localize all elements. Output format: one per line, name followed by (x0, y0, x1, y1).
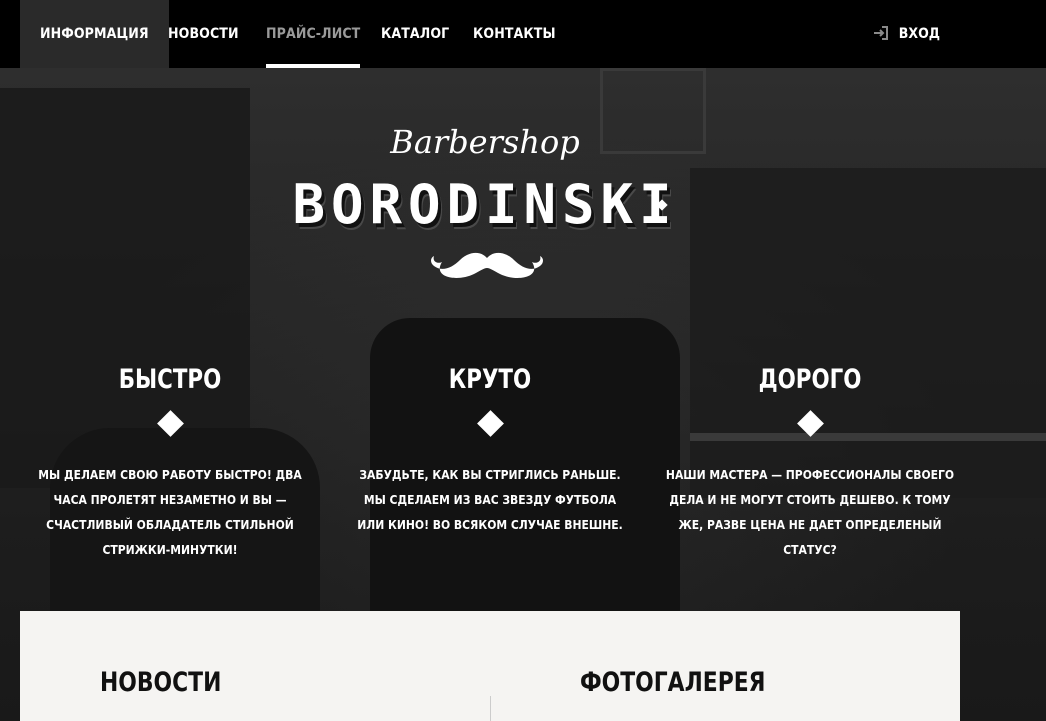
mustache-icon (428, 248, 546, 284)
feature-expensive-diamond-icon (796, 410, 824, 437)
feature-fast: БЫСТРО МЫ ДЕЛАЕМ СВОЮ РАБОТУ БЫСТРО! ДВА… (20, 364, 320, 563)
nav-item-pricelist[interactable]: ПРАЙС-ЛИСТ (266, 0, 361, 68)
sign-in-icon (873, 3, 889, 40)
main-nav: ИНФОРМАЦИЯ НОВОСТИ ПРАЙС-ЛИСТ КАТАЛОГ КО… (0, 0, 1046, 68)
login-label: ВХОД (898, 26, 940, 42)
feature-expensive: ДОРОГО НАШИ МАСТЕРА — ПРОФЕССИОНАЛЫ СВОЕ… (660, 364, 960, 563)
feature-cool-title: КРУТО (448, 364, 532, 395)
feature-fast-text: МЫ ДЕЛАЕМ СВОЮ РАБОТУ БЫСТРО! ДВА ЧАСА П… (38, 468, 302, 557)
nav-item-catalog[interactable]: КАТАЛОГ (381, 0, 449, 68)
section-divider (490, 696, 491, 721)
feature-expensive-title: ДОРОГО (758, 364, 862, 395)
content-panel: НОВОСТИ ФОТОГАЛЕРЕЯ (20, 611, 960, 721)
nav-item-contacts[interactable]: КОНТАКТЫ (473, 0, 556, 68)
feature-cool: КРУТО ЗАБУДЬТЕ, КАК ВЫ СТРИГЛИСЬ РАНЬШЕ.… (340, 364, 640, 538)
gallery-section-title: ФОТОГАЛЕРЕЯ (580, 667, 766, 698)
feature-cool-diamond-icon (476, 410, 504, 437)
logo-main-text: BORODINSKI (292, 173, 678, 236)
nav-item-info[interactable]: ИНФОРМАЦИЯ (20, 0, 169, 68)
nav-item-news[interactable]: НОВОСТИ (168, 0, 239, 68)
feature-cool-text: ЗАБУДЬТЕ, КАК ВЫ СТРИГЛИСЬ РАНЬШЕ. МЫ СД… (357, 468, 623, 532)
feature-fast-title: БЫСТРО (118, 364, 222, 395)
feature-fast-diamond-icon (156, 410, 184, 437)
logo-script-text: Barbershop (390, 123, 580, 161)
login-link[interactable]: ВХОД (873, 0, 940, 68)
news-section-title: НОВОСТИ (100, 667, 222, 698)
feature-expensive-text: НАШИ МАСТЕРА — ПРОФЕССИОНАЛЫ СВОЕГО ДЕЛА… (665, 468, 955, 557)
